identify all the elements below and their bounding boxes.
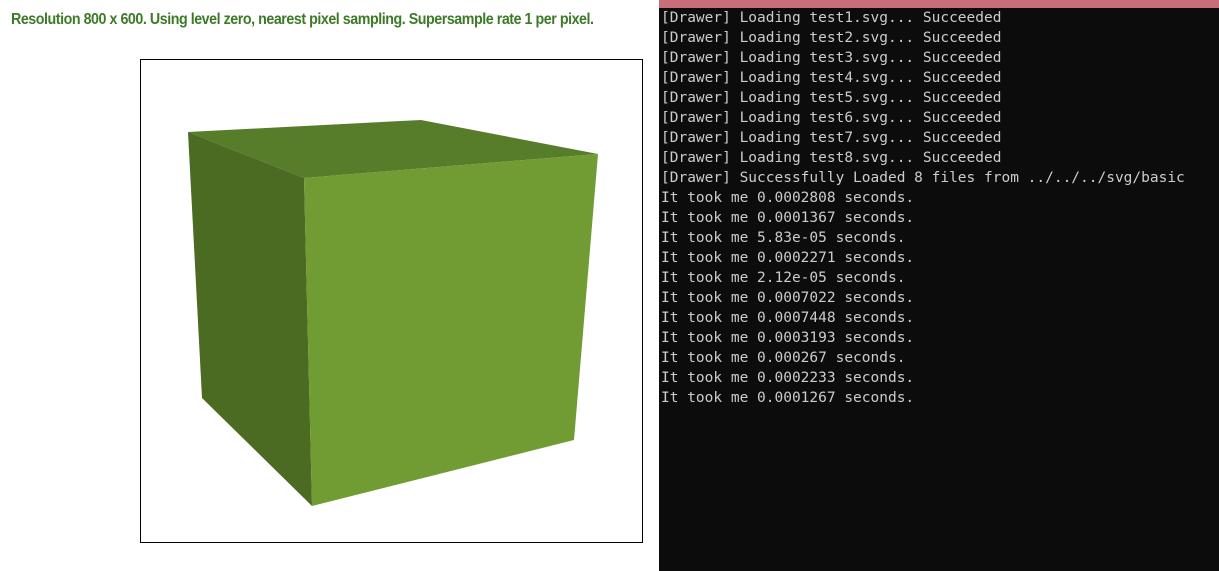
cube-front-face: [304, 154, 598, 506]
desktop: Resolution 800 x 600. Using level zero, …: [0, 0, 1219, 571]
console-line: [Drawer] Loading test6.svg... Succeeded: [661, 110, 1002, 126]
cube-left-face: [188, 132, 312, 506]
console-line: It took me 0.0002271 seconds.: [661, 250, 915, 266]
cube-canvas: [188, 120, 598, 506]
console-line: [Drawer] Loading test3.svg... Succeeded: [661, 50, 1002, 66]
console-line: It took me 0.0002233 seconds.: [661, 370, 915, 386]
console-line: It took me 0.000267 seconds.: [661, 350, 906, 366]
console-line: [Drawer] Loading test2.svg... Succeeded: [661, 30, 1002, 46]
console-line: It took me 0.0007448 seconds.: [661, 310, 915, 326]
console-line: [Drawer] Loading test1.svg... Succeeded: [661, 10, 1002, 26]
console-line: It took me 2.12e-05 seconds.: [661, 270, 906, 286]
console-output: [Drawer] Loading test1.svg... Succeeded […: [661, 8, 1185, 408]
console-line: It took me 0.0007022 seconds.: [661, 290, 915, 306]
console-line: It took me 0.0002808 seconds.: [661, 190, 915, 206]
console-line: It took me 0.0003193 seconds.: [661, 330, 915, 346]
console-window[interactable]: [Drawer] Loading test1.svg... Succeeded […: [659, 0, 1219, 571]
drawer-window[interactable]: Resolution 800 x 600. Using level zero, …: [0, 0, 659, 571]
console-titlebar[interactable]: [659, 0, 1219, 8]
status-text: Resolution 800 x 600. Using level zero, …: [11, 11, 594, 28]
console-line: It took me 5.83e-05 seconds.: [661, 230, 906, 246]
console-line: [Drawer] Loading test4.svg... Succeeded: [661, 70, 1002, 86]
render-viewport[interactable]: [140, 59, 643, 543]
console-line: It took me 0.0001367 seconds.: [661, 210, 915, 226]
console-line: [Drawer] Loading test5.svg... Succeeded: [661, 90, 1002, 106]
console-line: It took me 0.0001267 seconds.: [661, 390, 915, 406]
console-line: [Drawer] Successfully Loaded 8 files fro…: [661, 170, 1185, 186]
console-line: [Drawer] Loading test7.svg... Succeeded: [661, 130, 1002, 146]
console-line: [Drawer] Loading test8.svg... Succeeded: [661, 150, 1002, 166]
